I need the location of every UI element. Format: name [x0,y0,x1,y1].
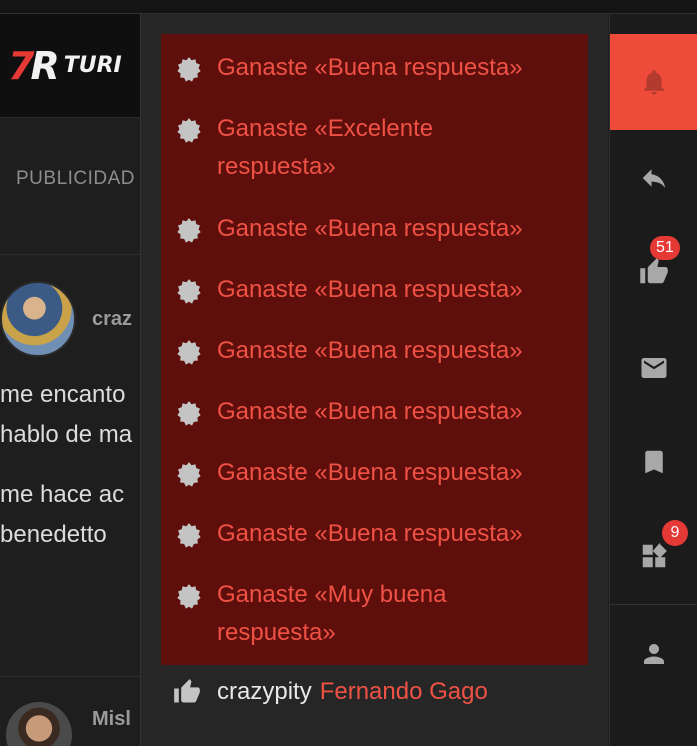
alert-text: Ganaste «Buena respuesta» [217,398,523,425]
thumbs-up-icon [640,258,668,284]
bookmarks-button[interactable] [610,430,697,494]
alert-item[interactable]: Ganaste «Muy buena respuesta» [161,565,588,665]
badge-icon [177,401,201,426]
alert-item[interactable]: Ganaste «Buena respuesta» [161,443,588,504]
alert-text: Ganaste «Buena respuesta» [217,215,523,242]
awards-count-badge: 9 [662,520,688,546]
badge-icon [177,218,201,243]
alert-text: Ganaste «Buena respuesta» [217,337,523,364]
badge-icon [177,57,201,82]
post-line: hablo de ma [0,421,133,448]
post-author[interactable]: craz [92,308,132,331]
messages-button[interactable] [610,336,697,400]
alert-text: Ganaste «Buena respuesta» [217,54,523,81]
bell-icon [644,70,664,95]
alert-text: Ganaste «Buena respuesta» [217,276,523,303]
post-header: craz [0,281,140,357]
right-sidebar: 51 9 [609,14,697,746]
background-page: 7R TURI PUBLICIDAD craz me encanto hablo… [0,14,140,746]
badge-icon [177,118,201,143]
badge-icon [177,584,201,609]
alerts-button[interactable] [610,34,697,130]
site-logo-text: TURI [63,53,122,78]
post-line: me hace ac [0,481,125,508]
alert-item[interactable]: Ganaste «Buena respuesta» [161,382,588,443]
post-line: benedetto [0,521,107,548]
bookmark-icon [645,450,663,474]
alert-text: Ganaste «Muy buena respuesta» [217,581,447,646]
reaction-thread-link[interactable]: Fernando Gago [320,678,488,706]
account-button[interactable] [610,622,697,686]
site-logo[interactable]: 7R [8,44,60,88]
alert-item[interactable]: Ganaste «Buena respuesta» [161,504,588,565]
badge-icon [177,462,201,487]
avatar[interactable] [0,281,76,357]
alerts-dropdown: Ganaste «Buena respuesta» Ganaste «Excel… [140,14,608,746]
alert-item[interactable]: Ganaste «Buena respuesta» [161,38,588,99]
post-body: me encanto hablo de ma [0,375,140,455]
user-icon [644,644,664,664]
alert-text: Ganaste «Buena respuesta» [217,520,523,547]
awards-button[interactable]: 9 [610,520,697,588]
reaction-alert[interactable]: crazypity Fernando Gago [173,678,488,706]
alert-item[interactable]: Ganaste «Buena respuesta» [161,321,588,382]
reactions-button[interactable]: 51 [610,236,697,304]
post-body: me hace ac benedetto [0,475,140,555]
reaction-user[interactable]: crazypity [217,678,312,706]
alert-item[interactable]: Ganaste «Buena respuesta» [161,199,588,260]
widgets-icon [642,542,667,568]
envelope-icon [641,358,667,378]
alert-item[interactable]: Ganaste «Excelente respuesta» [161,99,588,199]
thumbs-up-icon [174,679,200,703]
reply-icon [642,169,666,188]
post-author[interactable]: Misl [92,708,131,731]
unread-alerts-list: Ganaste «Buena respuesta» Ganaste «Excel… [161,34,588,665]
site-header[interactable]: 7R TURI [0,14,140,118]
alert-text: Ganaste «Excelente respuesta» [217,115,434,180]
divider [0,676,140,677]
divider [0,254,140,255]
alert-text: Ganaste «Buena respuesta» [217,459,523,486]
top-bar [0,0,697,14]
divider [610,604,697,605]
badge-icon [177,523,201,548]
alert-item[interactable]: Ganaste «Buena respuesta» [161,260,588,321]
badge-icon [177,340,201,365]
advert-label: PUBLICIDAD [16,168,136,189]
post-line: me encanto [0,381,126,408]
reactions-count-badge: 51 [650,236,680,260]
replies-button[interactable] [610,146,697,210]
badge-icon [177,279,201,304]
